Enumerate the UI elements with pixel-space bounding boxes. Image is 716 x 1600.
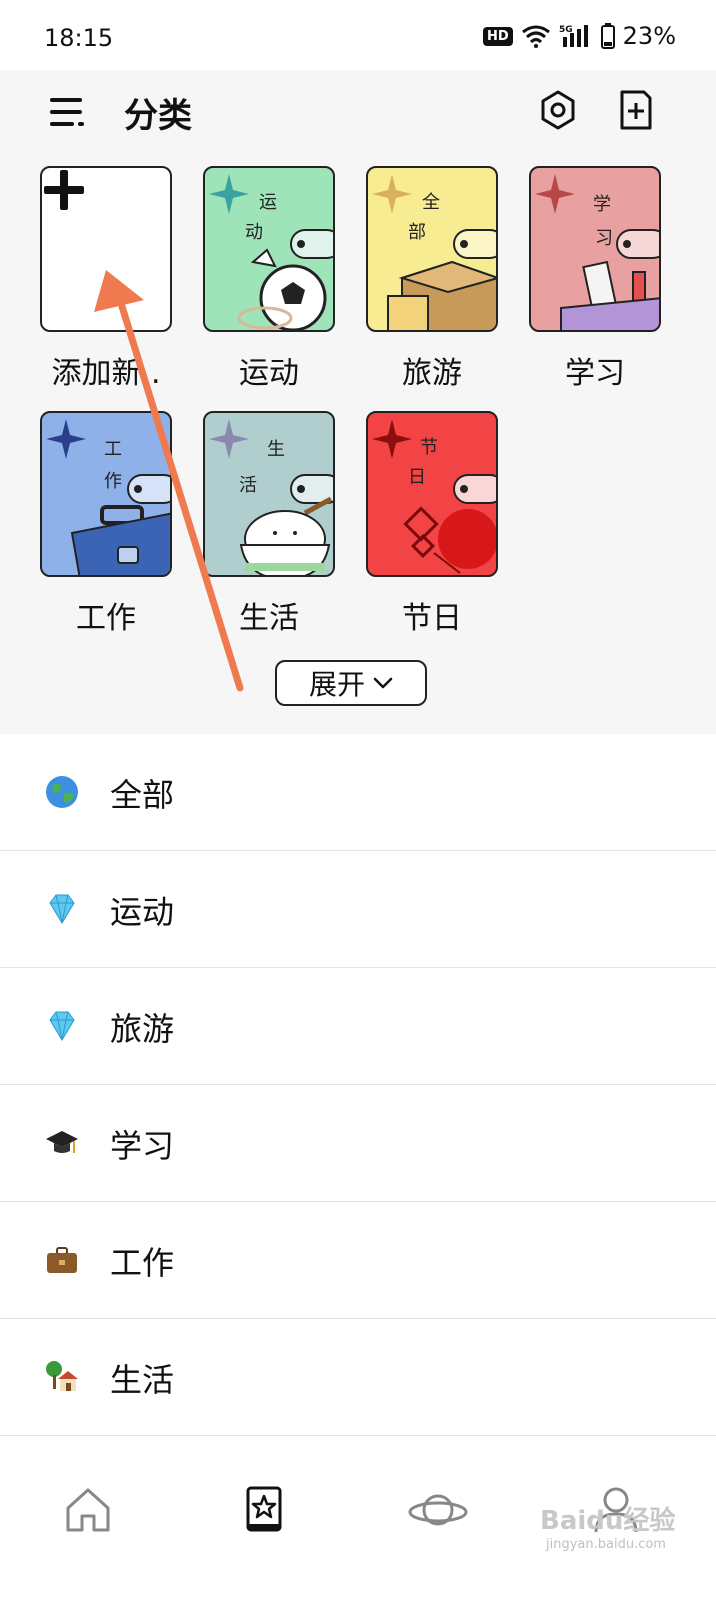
list-item-study[interactable]: 学习 [0, 1085, 716, 1202]
svg-text:节: 节 [420, 437, 438, 458]
plus-icon [44, 170, 84, 210]
planet-icon[interactable] [408, 1480, 468, 1540]
category-label: 添加新.. [51, 356, 161, 391]
svg-text:作: 作 [104, 471, 122, 492]
svg-text:工: 工 [104, 439, 122, 460]
gem-icon [49, 894, 75, 924]
watermark-brand: Baidu经验 [540, 1506, 676, 1536]
category-book-cover[interactable]: 生 活 [203, 411, 335, 577]
briefcase-icon: 工 作 [46, 419, 170, 575]
svg-text:动: 动 [245, 222, 263, 243]
status-bar: 18:15 HD 5G 23% [0, 0, 716, 70]
briefcase-icon [47, 1247, 77, 1273]
category-book-cover[interactable]: 工 作 [40, 411, 172, 577]
chinese-knot-icon: 节 日 [372, 419, 496, 574]
gem-icon [49, 1011, 75, 1041]
soccer-ball-icon: 运 动 [209, 174, 333, 330]
category-label: 旅游 [402, 356, 462, 391]
status-icons: HD 5G 23% [482, 22, 676, 50]
category-label: 学习 [565, 356, 625, 391]
category-book-cover[interactable]: 学 习 [529, 166, 661, 332]
wifi-icon [521, 25, 550, 48]
add-category-card[interactable] [40, 166, 172, 332]
signal-icon: 5G [559, 25, 588, 47]
list-item-all[interactable]: 全部 [0, 734, 716, 851]
add-document-icon[interactable] [616, 88, 656, 132]
expand-label: 展开 [308, 668, 365, 701]
globe-icon [46, 776, 78, 808]
category-panel: 分类 添加新.. 运 动 运动 全 部 旅游 学 习 学习 工 作 工作 生 活… [0, 70, 716, 734]
list-item-label: 学习 [110, 1127, 175, 1165]
list-item-label: 工作 [110, 1244, 175, 1282]
page-title: 分类 [124, 96, 192, 136]
category-label: 运动 [239, 356, 299, 391]
book-star-icon[interactable] [234, 1480, 294, 1540]
baidu-watermark: Baidu经验 jingyan.baidu.com [540, 1500, 675, 1552]
category-list: 全部 运动 旅游 学习 工作 生活 [0, 734, 716, 1436]
svg-text:运: 运 [259, 192, 277, 213]
expand-button[interactable]: 展开 [275, 660, 427, 706]
status-time: 18:15 [44, 24, 114, 52]
home-icon[interactable] [58, 1480, 118, 1540]
menu-icon[interactable] [46, 94, 90, 130]
list-item-travel[interactable]: 旅游 [0, 968, 716, 1085]
list-item-work[interactable]: 工作 [0, 1202, 716, 1319]
svg-text:习: 习 [595, 228, 613, 249]
svg-text:活: 活 [239, 475, 257, 496]
list-item-sport[interactable]: 运动 [0, 851, 716, 968]
category-label: 生活 [239, 601, 299, 636]
list-item-label: 旅游 [110, 1010, 175, 1048]
svg-text:生: 生 [267, 439, 285, 460]
house-tree-icon [46, 1361, 78, 1391]
list-item-label: 生活 [110, 1361, 175, 1399]
category-book-cover[interactable]: 运 动 [203, 166, 335, 332]
battery-percent: 23% [622, 22, 676, 50]
settings-hex-icon[interactable] [536, 88, 580, 132]
list-item-life[interactable]: 生活 [0, 1319, 716, 1436]
box-icon: 全 部 [372, 174, 496, 330]
svg-text:学: 学 [593, 194, 611, 215]
svg-text:日: 日 [408, 467, 426, 488]
category-book-cover[interactable]: 节 日 [366, 411, 498, 577]
category-label: 节日 [402, 601, 462, 636]
ruler-icon: 学 习 [535, 174, 659, 330]
battery-icon [600, 23, 615, 49]
graduation-cap-icon [46, 1131, 78, 1153]
watermark-url: jingyan.baidu.com [546, 1537, 666, 1552]
header: 分类 [0, 70, 716, 160]
svg-text:部: 部 [408, 222, 426, 243]
list-item-label: 全部 [110, 776, 175, 814]
hd-badge: HD [482, 26, 513, 46]
chevron-down-icon [373, 677, 393, 689]
svg-text:全: 全 [422, 192, 440, 213]
category-label: 工作 [76, 601, 136, 636]
rice-bowl-icon: 生 活 [209, 419, 333, 575]
category-book-cover[interactable]: 全 部 [366, 166, 498, 332]
list-item-label: 运动 [110, 893, 175, 931]
